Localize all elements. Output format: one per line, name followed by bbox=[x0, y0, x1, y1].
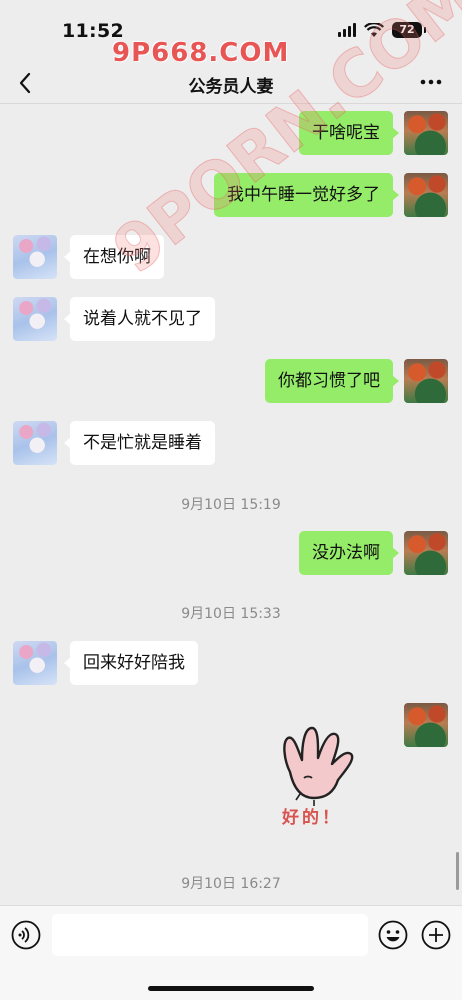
my-avatar[interactable] bbox=[404, 531, 448, 575]
contact-avatar[interactable] bbox=[13, 235, 57, 279]
message-bubble[interactable]: 干啥呢宝 bbox=[299, 111, 399, 155]
message-bubble[interactable]: 没办法啊 bbox=[299, 531, 399, 575]
contact-avatar[interactable] bbox=[13, 641, 57, 685]
signal-icon bbox=[338, 23, 356, 37]
input-bar bbox=[0, 905, 462, 1000]
contact-avatar[interactable] bbox=[13, 421, 57, 465]
message-input[interactable] bbox=[52, 914, 368, 956]
chat-title: 公务员人妻 bbox=[188, 77, 274, 97]
message-bubble[interactable]: 回来好好陪我 bbox=[64, 641, 198, 685]
message-bubble[interactable]: 我中午睡一觉好多了 bbox=[214, 173, 399, 217]
chat-header: 公务员人妻 bbox=[0, 62, 462, 104]
scrollbar[interactable] bbox=[456, 852, 459, 890]
my-avatar[interactable] bbox=[404, 173, 448, 217]
message-bubble[interactable]: 你都习惯了吧 bbox=[265, 359, 399, 403]
contact-avatar[interactable] bbox=[13, 297, 57, 341]
message-bubble[interactable]: 在想你啊 bbox=[64, 235, 164, 279]
watermark-logo: 9P668.COM bbox=[112, 38, 290, 68]
plus-icon[interactable] bbox=[421, 920, 451, 950]
home-indicator bbox=[148, 986, 314, 991]
more-options-icon[interactable] bbox=[418, 72, 444, 92]
message-bubble[interactable]: 说着人就不见了 bbox=[64, 297, 215, 341]
status-icons: 72 bbox=[338, 22, 426, 38]
message-bubble[interactable]: 不是忙就是睡着 bbox=[64, 421, 215, 465]
my-avatar[interactable] bbox=[404, 703, 448, 747]
battery-icon: 72 bbox=[392, 22, 426, 38]
timestamp: 9月10日 15:33 bbox=[181, 606, 281, 622]
timestamp: 9月10日 16:27 bbox=[181, 876, 281, 892]
my-avatar[interactable] bbox=[404, 359, 448, 403]
voice-icon[interactable] bbox=[11, 920, 41, 950]
my-avatar[interactable] bbox=[404, 111, 448, 155]
emoji-icon[interactable] bbox=[378, 920, 408, 950]
wifi-icon bbox=[364, 22, 384, 37]
timestamp: 9月10日 15:19 bbox=[181, 497, 281, 513]
sticker-caption: 好的！ bbox=[282, 808, 342, 828]
